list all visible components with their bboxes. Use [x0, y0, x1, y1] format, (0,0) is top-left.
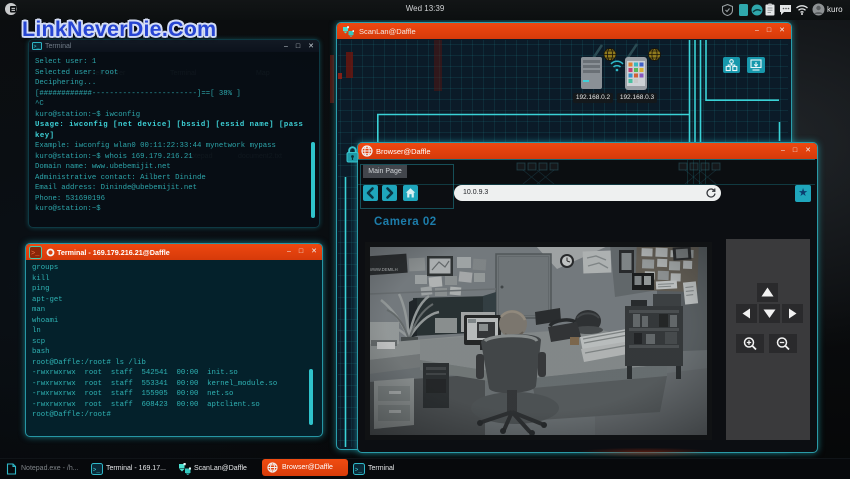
svg-text:>_: >_ [34, 44, 41, 50]
svg-text:>_: >_ [355, 467, 363, 474]
svg-text:>_: >_ [31, 250, 40, 258]
svg-text:>_: >_ [93, 467, 101, 474]
